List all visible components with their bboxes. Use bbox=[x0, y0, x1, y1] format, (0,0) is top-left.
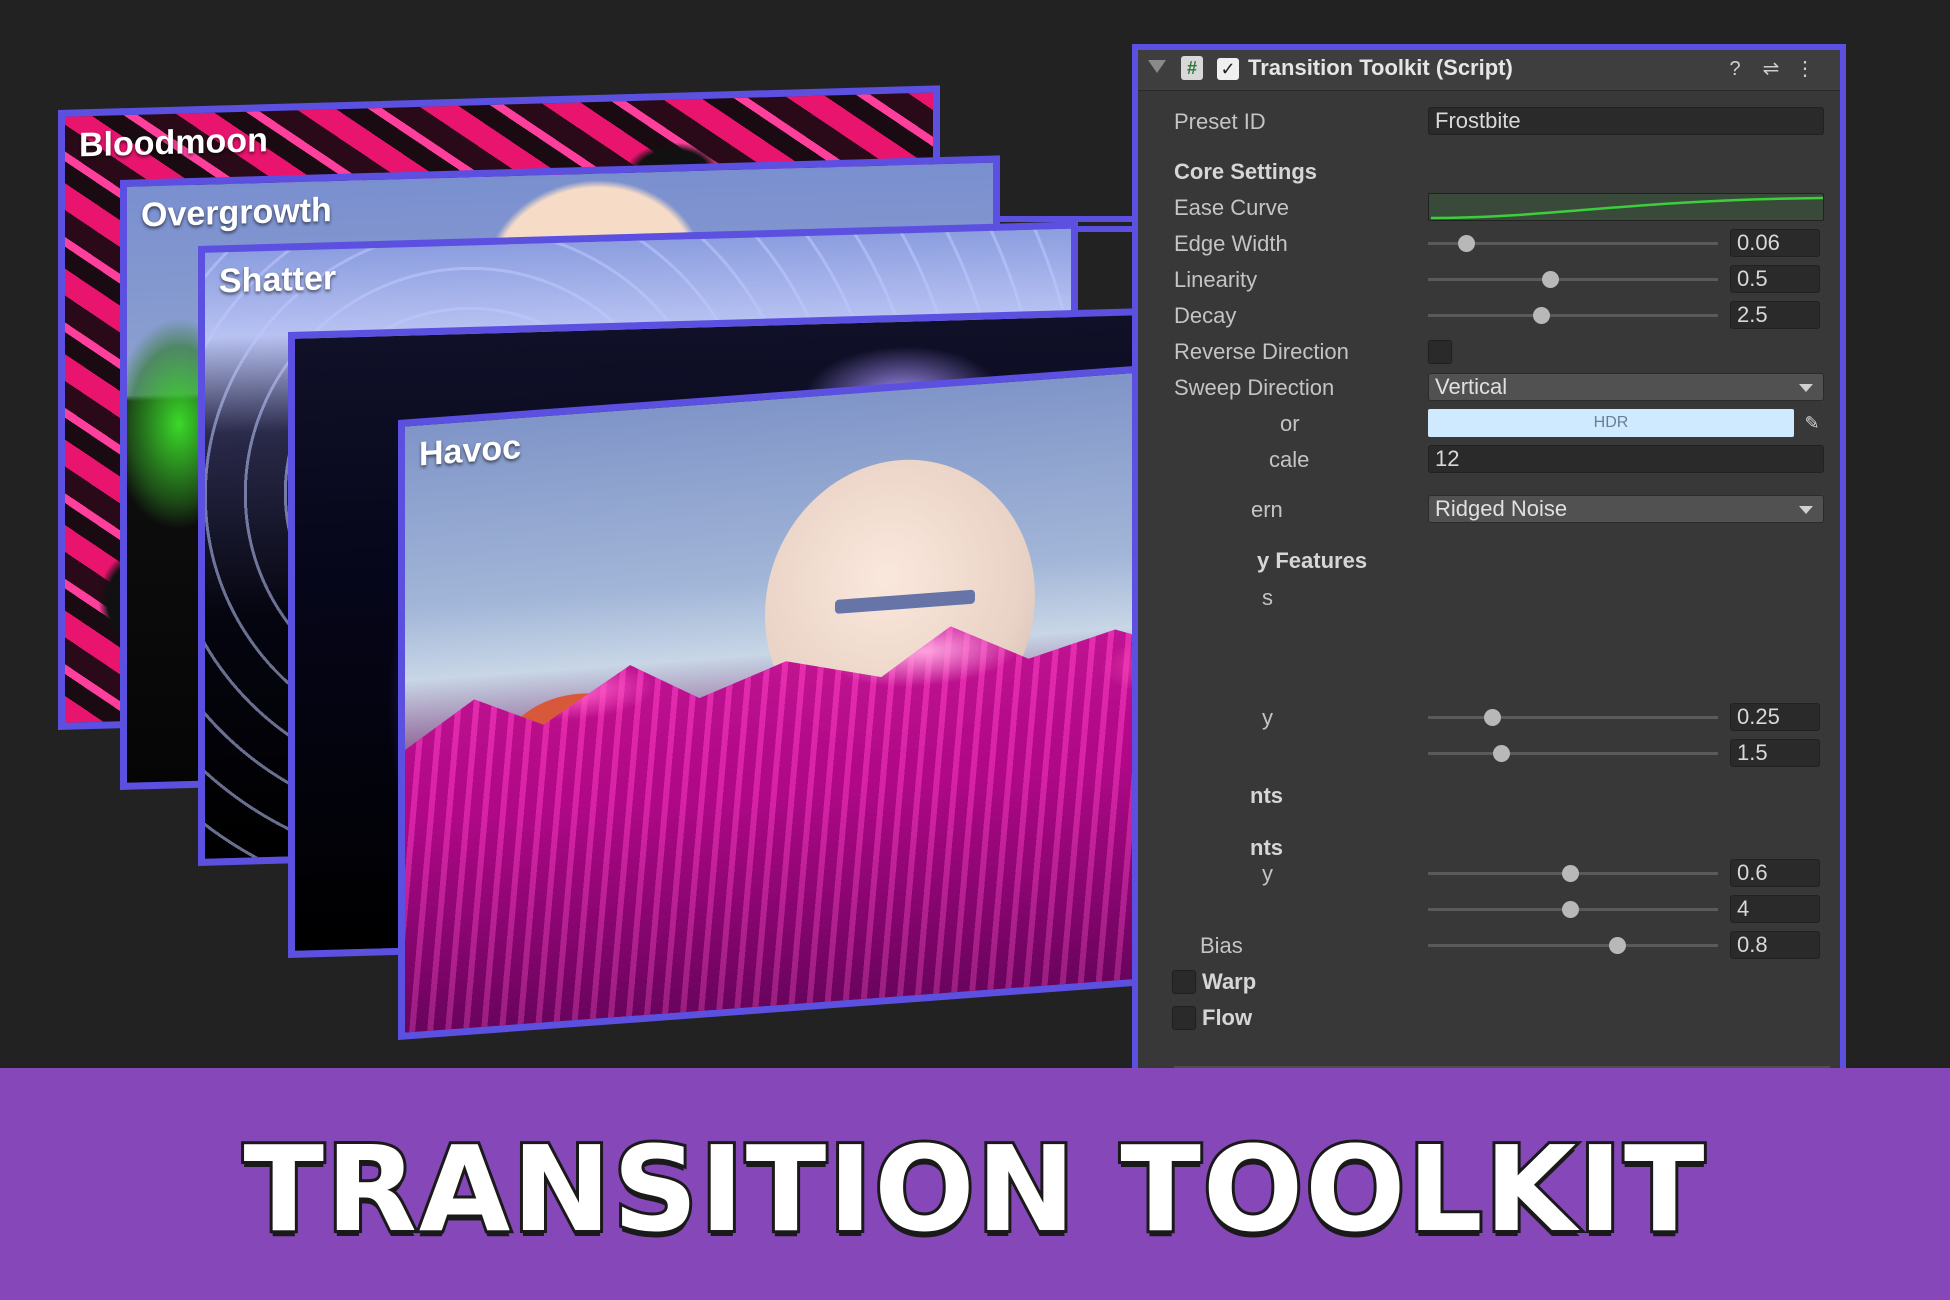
more-options-icon[interactable]: ⋮ bbox=[1792, 56, 1818, 82]
slider-handle[interactable] bbox=[1457, 235, 1475, 252]
slider-track[interactable] bbox=[1428, 716, 1718, 719]
pattern-row: ern Ridged Noise bbox=[1138, 495, 1840, 525]
reverse-direction-row: Reverse Direction bbox=[1138, 337, 1840, 367]
card-title: Havoc bbox=[419, 427, 522, 474]
slider-handle[interactable] bbox=[1541, 271, 1559, 288]
preset-settings-icon[interactable]: ⇌ bbox=[1758, 56, 1784, 82]
reverse-direction-label: Reverse Direction bbox=[1174, 339, 1349, 364]
scale-label: cale bbox=[1269, 447, 1310, 472]
slider-track[interactable] bbox=[1428, 314, 1718, 317]
ease-curve-graph bbox=[1430, 196, 1823, 220]
slider-b-value[interactable]: 1.5 bbox=[1730, 739, 1820, 767]
inspector-panel: # ✓ Transition Toolkit (Script) ? ⇌ ⋮ Pr… bbox=[1132, 44, 1846, 1084]
sweep-direction-label: Sweep Direction bbox=[1174, 375, 1335, 400]
sweep-direction-dropdown[interactable]: Vertical bbox=[1428, 373, 1824, 401]
edge-width-value[interactable]: 0.06 bbox=[1730, 229, 1820, 257]
linearity-row: Linearity 0.5 bbox=[1138, 265, 1840, 295]
color-label: or bbox=[1280, 411, 1300, 436]
card-title: Overgrowth bbox=[141, 191, 332, 235]
scale-row: cale 12 bbox=[1138, 445, 1840, 475]
fold-arrow-icon[interactable] bbox=[1148, 60, 1166, 73]
flow-checkbox[interactable] bbox=[1172, 1006, 1196, 1030]
dropdown-value: Ridged Noise bbox=[1435, 496, 1568, 521]
warp-row: Warp bbox=[1138, 967, 1840, 997]
slider-track[interactable] bbox=[1428, 278, 1718, 281]
core-settings-header: Core Settings bbox=[1138, 157, 1840, 187]
scale-field[interactable]: 12 bbox=[1428, 445, 1824, 473]
slider-handle[interactable] bbox=[1608, 937, 1626, 954]
sweep-direction-row: Sweep Direction Vertical bbox=[1138, 373, 1840, 403]
slider-c-label: y bbox=[1262, 861, 1273, 886]
section-header: nts bbox=[1250, 783, 1283, 808]
bias-value[interactable]: 0.8 bbox=[1730, 931, 1820, 959]
slider-track[interactable] bbox=[1428, 944, 1718, 947]
slider-a-value[interactable]: 0.25 bbox=[1730, 703, 1820, 731]
chevron-down-icon bbox=[1799, 384, 1813, 392]
pattern-dropdown[interactable]: Ridged Noise bbox=[1428, 495, 1824, 523]
hdr-color-field[interactable]: HDR bbox=[1428, 409, 1794, 437]
component-header: # ✓ Transition Toolkit (Script) ? ⇌ ⋮ bbox=[1138, 50, 1840, 91]
chevron-down-icon bbox=[1799, 506, 1813, 514]
decay-value[interactable]: 2.5 bbox=[1730, 301, 1820, 329]
reverse-direction-checkbox[interactable] bbox=[1428, 340, 1452, 364]
help-icon[interactable]: ? bbox=[1722, 56, 1748, 82]
dropdown-value: Vertical bbox=[1435, 374, 1508, 399]
ease-curve-field[interactable] bbox=[1428, 193, 1824, 221]
linearity-value[interactable]: 0.5 bbox=[1730, 265, 1820, 293]
title-banner: TRANSITION TOOLKIT bbox=[0, 1068, 1950, 1300]
slider-handle[interactable] bbox=[1562, 865, 1580, 882]
color-row: or HDR ✎ bbox=[1138, 409, 1840, 439]
section-header: Core Settings bbox=[1174, 159, 1318, 184]
slider-handle[interactable] bbox=[1492, 745, 1510, 762]
flow-label: Flow bbox=[1202, 1005, 1253, 1030]
decay-label: Decay bbox=[1174, 303, 1237, 328]
ease-curve-label: Ease Curve bbox=[1174, 195, 1289, 220]
decay-row: Decay 2.5 bbox=[1138, 301, 1840, 331]
slider-a-row: y 0.25 bbox=[1138, 703, 1840, 733]
script-icon: # bbox=[1181, 56, 1203, 80]
slider-track[interactable] bbox=[1428, 752, 1718, 755]
card-title: Shatter bbox=[219, 259, 337, 301]
section-header: y Features bbox=[1257, 548, 1368, 573]
slider-handle[interactable] bbox=[1562, 901, 1580, 918]
banner-title: TRANSITION TOOLKIT bbox=[240, 1117, 1707, 1261]
fragment-row: s bbox=[1138, 583, 1840, 613]
slider-b-row: 1.5 bbox=[1138, 739, 1840, 769]
card-title: Bloodmoon bbox=[79, 121, 268, 165]
preset-id-label: Preset ID bbox=[1174, 109, 1266, 134]
slider-d-row: 4 bbox=[1138, 895, 1840, 925]
component-title: Transition Toolkit (Script) bbox=[1248, 55, 1513, 80]
flow-row: Flow bbox=[1138, 1003, 1840, 1033]
section-header: nts bbox=[1250, 835, 1283, 860]
warp-label: Warp bbox=[1202, 969, 1257, 994]
edge-width-row: Edge Width 0.06 bbox=[1138, 229, 1840, 259]
warp-checkbox[interactable] bbox=[1172, 970, 1196, 994]
preset-id-row: Preset ID Frostbite bbox=[1138, 107, 1840, 137]
bias-label: Bias bbox=[1200, 933, 1243, 958]
group-1-header: nts bbox=[1138, 781, 1840, 811]
slider-handle[interactable] bbox=[1533, 307, 1551, 324]
fragment-label: s bbox=[1262, 585, 1273, 610]
slider-c-row: y 0.6 bbox=[1138, 859, 1840, 889]
preset-id-field[interactable]: Frostbite bbox=[1428, 107, 1824, 135]
enable-component-checkbox[interactable]: ✓ bbox=[1217, 58, 1239, 80]
extra-features-header: y Features bbox=[1138, 546, 1840, 576]
eyedropper-icon[interactable]: ✎ bbox=[1800, 409, 1824, 437]
edge-width-label: Edge Width bbox=[1174, 231, 1288, 256]
slider-c-value[interactable]: 0.6 bbox=[1730, 859, 1820, 887]
pattern-label: ern bbox=[1251, 497, 1283, 522]
linearity-label: Linearity bbox=[1174, 267, 1258, 292]
slider-a-label: y bbox=[1262, 705, 1273, 730]
ease-curve-row: Ease Curve bbox=[1138, 193, 1840, 223]
bias-row: Bias 0.8 bbox=[1138, 931, 1840, 961]
slider-handle[interactable] bbox=[1483, 709, 1501, 726]
slider-d-value[interactable]: 4 bbox=[1730, 895, 1820, 923]
